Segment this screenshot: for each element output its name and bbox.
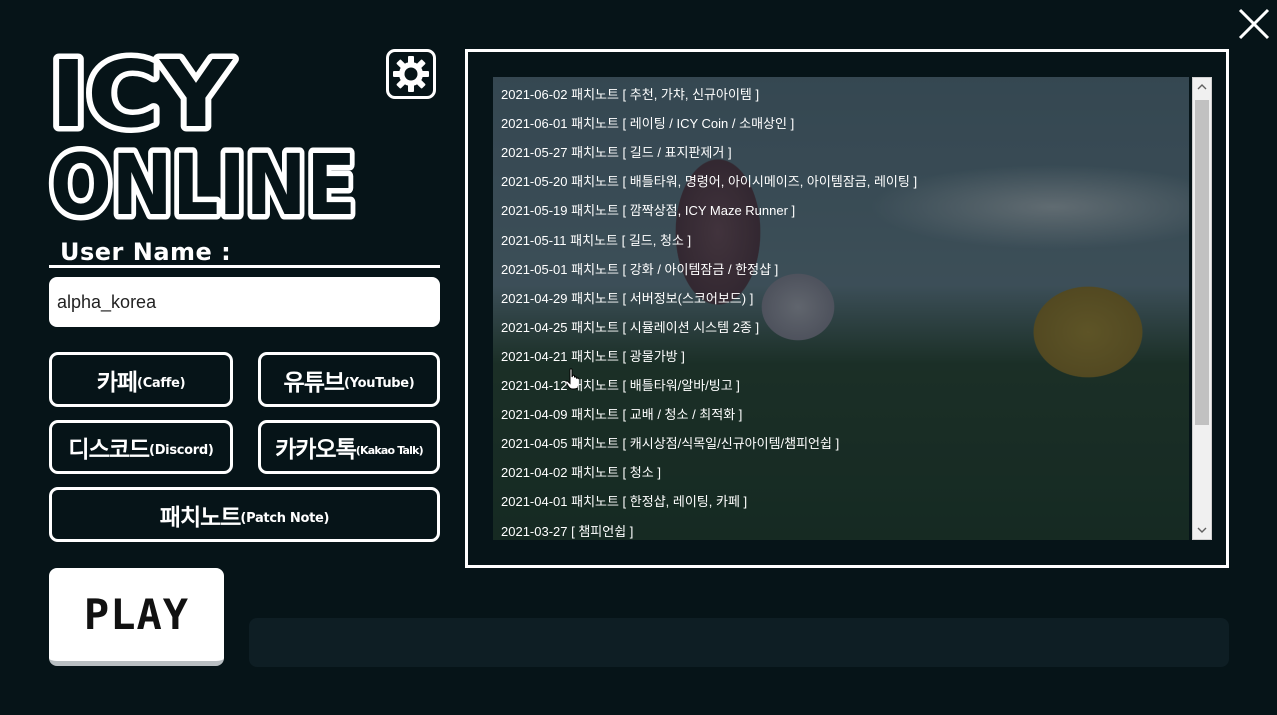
cafe-button-sublabel: (Caffe) bbox=[137, 375, 186, 391]
discord-button[interactable]: 디스코드 (Discord) bbox=[49, 420, 233, 474]
youtube-button-label: 유튜브 bbox=[283, 369, 345, 396]
patch-notes-list[interactable]: 2021-06-02 패치노트 [ 추천, 가챠, 신규아이템 ] 2021-06… bbox=[493, 77, 1189, 540]
play-button[interactable]: PLAY bbox=[49, 568, 224, 666]
chevron-up-icon bbox=[1197, 84, 1207, 90]
patch-note-item[interactable]: 2021-04-02 패치노트 [ 청소 ] bbox=[501, 462, 661, 481]
patch-note-item[interactable]: 2021-04-29 패치노트 [ 서버정보(스코어보드) ] bbox=[501, 288, 753, 307]
username-divider bbox=[49, 265, 440, 268]
patch-note-item[interactable]: 2021-05-20 패치노트 [ 배틀타워, 명령어, 아이시메이즈, 아이템… bbox=[501, 171, 917, 190]
cafe-button-label: 카페 bbox=[96, 369, 138, 396]
patch-note-item[interactable]: 2021-04-21 패치노트 [ 광물가방 ] bbox=[501, 346, 685, 365]
patch-note-item[interactable]: 2021-06-01 패치노트 [ 레이팅 / ICY Coin / 소매상인 … bbox=[501, 113, 794, 132]
kakao-talk-button-sublabel: (Kakao Talk) bbox=[355, 444, 424, 457]
game-logo: ICY ONLINE bbox=[48, 42, 378, 222]
patch-note-item[interactable]: 2021-04-09 패치노트 [ 교배 / 청소 / 최적화 ] bbox=[501, 404, 742, 423]
patch-note-item[interactable]: 2021-03-27 [ 챔피언쉽 ] bbox=[501, 521, 633, 540]
gear-icon bbox=[393, 56, 429, 92]
youtube-button[interactable]: 유튜브 (YouTube) bbox=[258, 352, 440, 407]
kakao-talk-button-label: 카카오톡 bbox=[275, 437, 357, 463]
patch-note-item[interactable]: 2021-06-02 패치노트 [ 추천, 가챠, 신규아이템 ] bbox=[501, 84, 759, 103]
patch-note-item[interactable]: 2021-05-27 패치노트 [ 길드 / 표지판제거 ] bbox=[501, 142, 732, 161]
patch-note-button[interactable]: 패치노트 (Patch Note) bbox=[49, 487, 440, 542]
patch-note-button-label: 패치노트 bbox=[159, 504, 242, 531]
patch-note-item[interactable]: 2021-05-11 패치노트 [ 길드, 청소 ] bbox=[501, 230, 691, 249]
youtube-button-sublabel: (YouTube) bbox=[344, 375, 415, 391]
patch-note-item[interactable]: 2021-04-05 패치노트 [ 캐시상점/식목일/신규아이템/챔피언쉽 ] bbox=[501, 433, 839, 452]
kakao-talk-button[interactable]: 카카오톡 (Kakao Talk) bbox=[258, 420, 440, 474]
patch-notes-panel: 2021-06-02 패치노트 [ 추천, 가챠, 신규아이템 ] 2021-06… bbox=[465, 49, 1229, 568]
scroll-down-button[interactable] bbox=[1193, 521, 1211, 539]
patch-notes-scrollbar[interactable] bbox=[1192, 77, 1212, 540]
chevron-down-icon bbox=[1197, 527, 1207, 533]
logo-line-1: ICY bbox=[50, 42, 233, 148]
username-input[interactable] bbox=[49, 277, 440, 327]
cafe-button[interactable]: 카페 (Caffe) bbox=[49, 352, 233, 407]
patch-note-item[interactable]: 2021-04-01 패치노트 [ 한정샵, 레이팅, 카페 ] bbox=[501, 491, 747, 510]
scroll-up-button[interactable] bbox=[1193, 78, 1211, 96]
scroll-thumb[interactable] bbox=[1195, 100, 1209, 425]
close-button[interactable] bbox=[1236, 6, 1272, 42]
discord-button-label: 디스코드 bbox=[68, 437, 150, 463]
patch-note-button-sublabel: (Patch Note) bbox=[240, 510, 330, 526]
settings-button[interactable] bbox=[386, 49, 436, 99]
patch-note-item[interactable]: 2021-05-19 패치노트 [ 깜짝상점, ICY Maze Runner … bbox=[501, 200, 795, 219]
close-icon bbox=[1238, 8, 1270, 40]
patch-note-item[interactable]: 2021-05-01 패치노트 [ 강화 / 아이템잠금 / 한정샵 ] bbox=[501, 259, 778, 278]
patch-note-item[interactable]: 2021-04-12 패치노트 [ 배틀타워/알바/빙고 ] bbox=[501, 375, 740, 394]
logo-line-2: ONLINE bbox=[50, 136, 356, 222]
status-bar bbox=[249, 618, 1229, 667]
username-label: User Name : bbox=[60, 238, 232, 266]
discord-button-sublabel: (Discord) bbox=[149, 443, 214, 458]
patch-note-item[interactable]: 2021-04-25 패치노트 [ 시뮬레이션 시스템 2종 ] bbox=[501, 317, 759, 336]
